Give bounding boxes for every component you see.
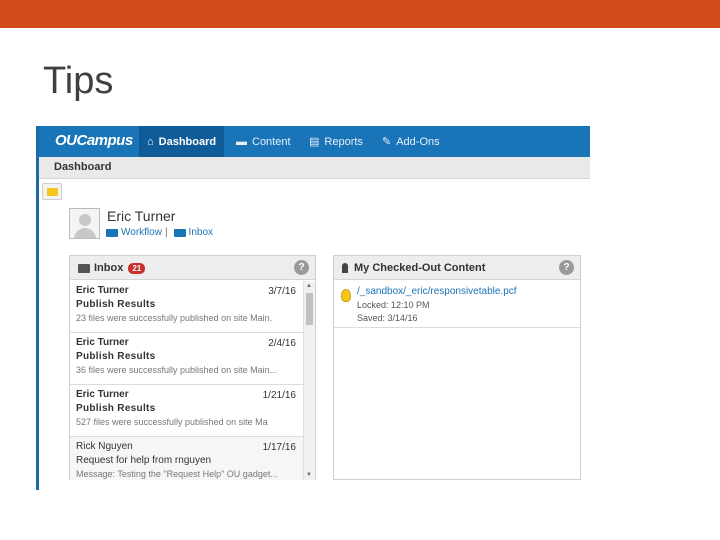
- nav-add-ons[interactable]: ✎ Add-Ons: [374, 126, 448, 157]
- home-icon: ⌂: [147, 135, 154, 148]
- scroll-up-icon[interactable]: ▲: [306, 283, 312, 289]
- screenshot-frame: OUCampus ⌂ Dashboard ▬ Content ▤ Reports…: [36, 126, 590, 490]
- pin-icon: [342, 263, 348, 273]
- oucampus-logo[interactable]: OUCampus: [55, 132, 133, 149]
- message-subject: Publish Results: [76, 403, 156, 414]
- breadcrumb-bar: Dashboard: [39, 157, 590, 179]
- checked-out-item: /_sandbox/_eric/responsivetable.pcf Lock…: [334, 280, 580, 328]
- workflow-link[interactable]: Workflow: [121, 227, 162, 238]
- folder-icon: ▬: [236, 135, 247, 148]
- inbox-title: Inbox 21: [78, 262, 146, 274]
- message-subject: Publish Results: [76, 299, 156, 310]
- nav-dashboard[interactable]: ⌂ Dashboard: [139, 126, 225, 157]
- user-name: Eric Turner: [107, 208, 176, 224]
- slide-top-bar: [0, 0, 720, 28]
- inbox-title-label: Inbox: [94, 262, 124, 274]
- folder-toggle-button[interactable]: [42, 183, 62, 200]
- envelope-icon: [78, 263, 90, 273]
- message-date: 3/7/16: [268, 286, 296, 297]
- scrollbar-thumb[interactable]: [306, 293, 313, 325]
- checked-out-panel: My Checked-Out Content ? /_sandbox/_eric…: [333, 255, 581, 480]
- inbox-message[interactable]: Eric Turner 3/7/16 Publish Results 23 fi…: [70, 281, 304, 333]
- help-icon[interactable]: ?: [294, 260, 309, 275]
- user-links: Workflow | Inbox: [106, 227, 213, 238]
- clipboard-icon: ▤: [309, 136, 320, 148]
- checked-out-panel-header: My Checked-Out Content ?: [334, 256, 580, 280]
- inbox-count-badge: 21: [128, 262, 146, 274]
- nav-dashboard-label: Dashboard: [158, 135, 217, 148]
- checked-out-title-label: My Checked-Out Content: [354, 262, 486, 274]
- scroll-down-icon[interactable]: ▼: [306, 472, 312, 478]
- inbox-message[interactable]: Eric Turner 2/4/16 Publish Results 36 fi…: [70, 333, 304, 385]
- link-separator: |: [164, 227, 168, 238]
- message-date: 1/17/16: [262, 442, 296, 453]
- message-preview: 36 files were successfully published on …: [76, 365, 278, 375]
- nav-reports[interactable]: ▤ Reports: [301, 126, 371, 157]
- message-sender: Eric Turner: [76, 285, 129, 296]
- message-sender: Eric Turner: [76, 337, 129, 348]
- nav-content-label: Content: [252, 135, 291, 148]
- folder-icon: [47, 188, 58, 196]
- envelope-icon: [173, 228, 186, 237]
- breadcrumb: Dashboard: [54, 161, 112, 173]
- checked-out-title: My Checked-Out Content: [342, 262, 485, 274]
- nav-reports-label: Reports: [324, 135, 363, 148]
- inbox-link[interactable]: Inbox: [189, 227, 213, 238]
- nav-add-ons-label: Add-Ons: [396, 135, 440, 148]
- inbox-panel-header: Inbox 21 ?: [70, 256, 315, 280]
- lightbulb-icon[interactable]: [341, 289, 351, 302]
- message-preview: 23 files were successfully published on …: [76, 313, 273, 323]
- inbox-scrollbar[interactable]: ▲ ▼: [303, 281, 315, 480]
- inbox-message[interactable]: Rick Nguyen 1/17/16 Request for help fro…: [70, 437, 304, 480]
- nav-content[interactable]: ▬ Content: [228, 126, 299, 157]
- message-date: 1/21/16: [262, 390, 296, 401]
- checked-out-file-link[interactable]: /_sandbox/_eric/responsivetable.pcf: [357, 286, 517, 297]
- message-preview: Message: Testing the "Request Help" OU g…: [76, 469, 278, 479]
- workflow-icon: [106, 228, 118, 237]
- help-icon[interactable]: ?: [559, 260, 574, 275]
- avatar: [69, 208, 100, 239]
- locked-time: Locked: 12:10 PM: [357, 300, 430, 310]
- plug-icon: ✎: [382, 136, 392, 148]
- message-subject: Request for help from rnguyen: [76, 455, 212, 466]
- inbox-message[interactable]: Eric Turner 1/21/16 Publish Results 527 …: [70, 385, 304, 437]
- inbox-message-list: Eric Turner 3/7/16 Publish Results 23 fi…: [70, 281, 304, 480]
- frame-left-border: [36, 126, 39, 490]
- slide-title: Tips: [43, 60, 114, 102]
- message-preview: 527 files were successfully published on…: [76, 417, 268, 427]
- inbox-panel: Inbox 21 ? Eric Turner 3/7/16 Publish Re…: [69, 255, 316, 480]
- message-subject: Publish Results: [76, 351, 156, 362]
- top-navigation: OUCampus ⌂ Dashboard ▬ Content ▤ Reports…: [39, 126, 590, 157]
- message-date: 2/4/16: [268, 338, 296, 349]
- saved-date: Saved: 3/14/16: [357, 313, 418, 323]
